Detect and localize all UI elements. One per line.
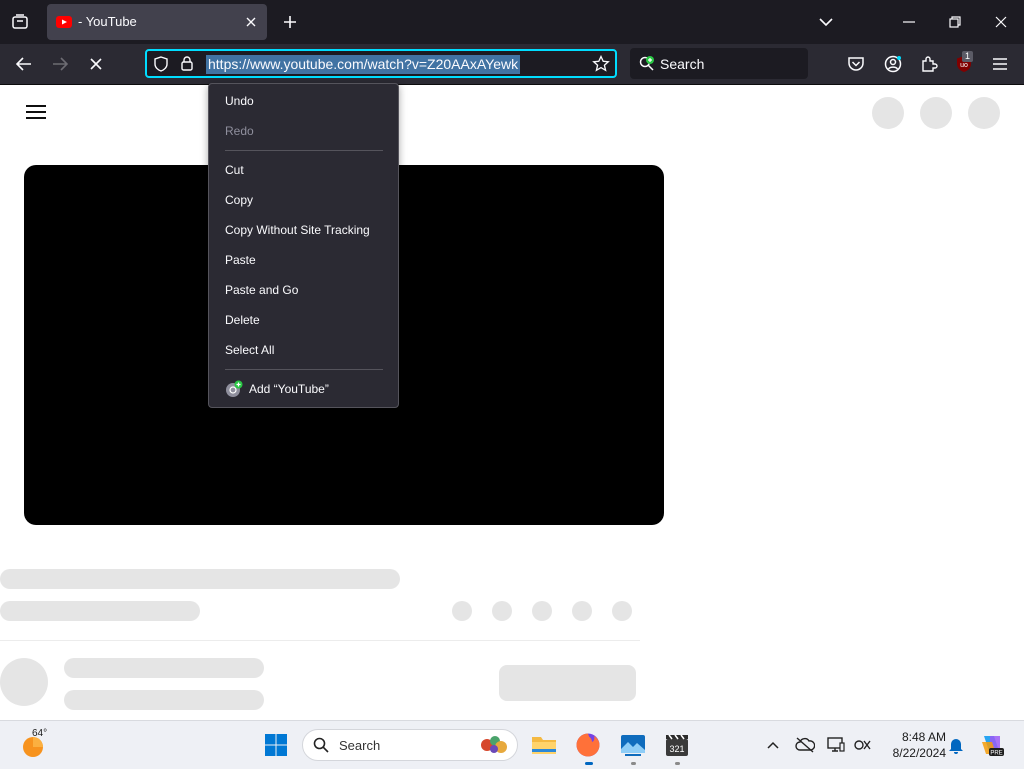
menu-item-cut[interactable]: Cut xyxy=(209,156,398,184)
page-content xyxy=(0,85,1024,720)
menu-item-redo[interactable]: Redo xyxy=(209,117,398,145)
tab-overview-icon[interactable] xyxy=(8,10,32,34)
skeleton-avatar xyxy=(872,97,904,129)
menu-item-select-all[interactable]: Select All xyxy=(209,336,398,364)
bookmark-star-icon[interactable] xyxy=(592,55,610,73)
navigation-toolbar: https://www.youtube.com/watch?v=Z20AAxAY… xyxy=(0,44,1024,85)
forward-icon[interactable] xyxy=(48,52,72,76)
skeleton-subtitle-bar xyxy=(0,601,200,621)
menu-separator xyxy=(225,150,383,151)
video-editor-clapper-icon[interactable]: 321 xyxy=(661,729,693,765)
lock-icon[interactable] xyxy=(179,55,195,72)
windows-start-icon[interactable] xyxy=(260,729,292,761)
menu-item-label: Add “YouTube” xyxy=(249,382,329,396)
menu-item-label: Redo xyxy=(225,124,254,138)
menu-item-label: Paste xyxy=(225,253,256,267)
skeleton-channel-name xyxy=(64,658,264,678)
browser-tab-youtube[interactable]: - YouTube xyxy=(47,4,267,40)
notification-bell-icon[interactable] xyxy=(946,735,966,755)
active-app-indicator xyxy=(585,762,593,765)
system-clock[interactable]: 8:48 AM 8/22/2024 xyxy=(880,729,946,761)
close-window-icon[interactable] xyxy=(989,10,1013,34)
ublock-blocked-count-badge: 1 xyxy=(962,51,974,62)
skeleton-subscribe-button xyxy=(499,665,636,701)
taskbar-search-placeholder: Search xyxy=(339,738,381,753)
skeleton-action-dot xyxy=(532,601,552,621)
skeleton-action-dot xyxy=(492,601,512,621)
network-settings-icon[interactable] xyxy=(852,735,872,755)
running-app-indicator xyxy=(631,762,636,765)
menu-item-copy[interactable]: Copy xyxy=(209,186,398,214)
menu-item-undo[interactable]: Undo xyxy=(209,87,398,115)
skeleton-action-dot xyxy=(612,601,632,621)
onedrive-offline-icon[interactable] xyxy=(795,735,815,755)
close-tab-icon[interactable] xyxy=(243,14,259,30)
search-icon xyxy=(313,737,329,753)
url-context-menu: Undo Redo Cut Copy Copy Without Site Tra… xyxy=(208,83,399,408)
clock-date: 8/22/2024 xyxy=(892,746,946,760)
stop-loading-icon[interactable] xyxy=(84,52,108,76)
search-engine-icon xyxy=(639,56,654,71)
display-settings-icon[interactable] xyxy=(826,735,846,755)
skeleton-channel-avatar xyxy=(0,658,48,706)
pocket-icon[interactable] xyxy=(844,52,868,76)
skeleton-channel-subs xyxy=(64,690,264,710)
guide-menu-icon[interactable] xyxy=(26,105,46,121)
skeleton-action-dot xyxy=(452,601,472,621)
menu-item-label: Paste and Go xyxy=(225,283,299,297)
running-app-indicator xyxy=(675,762,680,765)
menu-item-delete[interactable]: Delete xyxy=(209,306,398,334)
menu-separator xyxy=(225,369,383,370)
menu-item-paste[interactable]: Paste xyxy=(209,246,398,274)
svg-text:321: 321 xyxy=(669,744,684,754)
menu-item-label: Select All xyxy=(225,343,275,357)
content-divider xyxy=(0,640,640,641)
menu-item-label: Undo xyxy=(225,94,254,108)
restore-icon[interactable] xyxy=(943,10,967,34)
menu-hamburger-icon[interactable] xyxy=(988,52,1012,76)
skeleton-action-dot xyxy=(572,601,592,621)
tab-title: - YouTube xyxy=(78,14,137,29)
menu-item-label: Copy Without Site Tracking xyxy=(225,223,370,237)
menu-item-add-search-engine[interactable]: Add “YouTube” xyxy=(209,375,398,403)
file-explorer-icon[interactable] xyxy=(528,729,560,761)
back-icon[interactable] xyxy=(12,52,36,76)
menu-item-copy-without-site-tracking[interactable]: Copy Without Site Tracking xyxy=(209,216,398,244)
list-all-tabs-icon[interactable] xyxy=(814,10,838,34)
new-tab-icon[interactable] xyxy=(279,11,301,33)
svg-text:uo: uo xyxy=(960,62,968,69)
add-search-engine-icon xyxy=(226,380,243,397)
skeleton-title-bar xyxy=(0,569,400,589)
photos-app-icon[interactable] xyxy=(617,729,649,765)
menu-item-label: Copy xyxy=(225,193,254,207)
search-bar-placeholder: Search xyxy=(660,56,705,72)
skeleton-avatar xyxy=(968,97,1000,129)
windows-taskbar: 64° Search 321 8:48 AM 8/22/2024 PRE xyxy=(0,720,1024,769)
weather-temperature: 64° xyxy=(32,728,48,739)
search-bar[interactable]: Search xyxy=(630,48,808,79)
search-highlight-icon xyxy=(481,736,507,753)
taskbar-search-box[interactable]: Search xyxy=(302,729,518,761)
clock-time: 8:48 AM xyxy=(901,730,946,744)
minimize-icon[interactable] xyxy=(897,10,921,34)
show-hidden-icons-chevron-icon[interactable] xyxy=(763,735,783,755)
url-text[interactable]: https://www.youtube.com/watch?v=Z20AAxAY… xyxy=(206,55,521,74)
tab-bar: - YouTube xyxy=(0,0,1024,44)
copilot-icon[interactable]: PRE xyxy=(976,729,1008,761)
address-bar[interactable]: https://www.youtube.com/watch?v=Z20AAxAY… xyxy=(145,49,617,78)
menu-item-label: Delete xyxy=(225,313,260,327)
account-icon[interactable] xyxy=(881,52,905,76)
menu-item-paste-and-go[interactable]: Paste and Go xyxy=(209,276,398,304)
svg-text:PRE: PRE xyxy=(990,751,1002,757)
tracking-protection-shield-icon[interactable] xyxy=(153,56,169,72)
firefox-taskbar-icon[interactable] xyxy=(572,729,604,765)
youtube-favicon-icon xyxy=(56,16,72,28)
extensions-puzzle-icon[interactable] xyxy=(917,52,941,76)
skeleton-avatar xyxy=(920,97,952,129)
menu-item-label: Cut xyxy=(225,163,244,177)
